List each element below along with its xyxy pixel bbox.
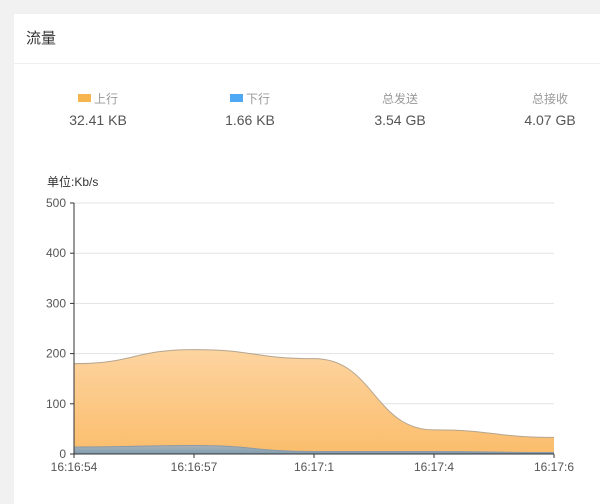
y-tick-label: 200 xyxy=(46,347,66,361)
x-tick-label: 16:16:57 xyxy=(171,460,218,474)
y-tick-label: 0 xyxy=(59,447,66,461)
y-tick-label: 400 xyxy=(46,246,66,260)
y-tick-label: 300 xyxy=(46,296,66,310)
series-area-upload xyxy=(74,349,554,454)
x-tick-label: 16:17:6 xyxy=(534,460,574,474)
y-tick-label: 500 xyxy=(46,196,66,210)
traffic-chart: 单位:Kb/s 0 100 200 300 400 500 16:16:54 16:16:57… xyxy=(46,174,574,474)
y-tick-label: 100 xyxy=(46,397,66,411)
y-axis-unit: 单位:Kb/s xyxy=(47,174,98,189)
x-tick-label: 16:17:4 xyxy=(414,460,454,474)
x-tick-label: 16:17:1 xyxy=(294,460,334,474)
x-tick-label: 16:16:54 xyxy=(51,460,98,474)
